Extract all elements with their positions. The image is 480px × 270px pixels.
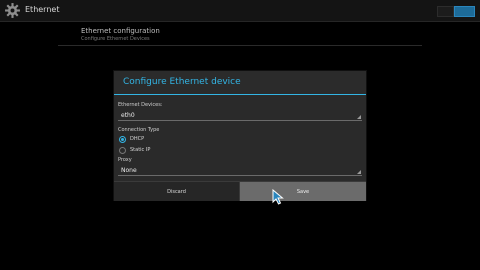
dialog-button-bar: Discard Save [114, 181, 366, 201]
dialog-header: Configure Ethernet device [114, 71, 366, 94]
connection-type-label: Connection Type [118, 127, 160, 133]
discard-button[interactable]: Discard [114, 182, 240, 201]
section-divider [58, 45, 422, 46]
app-title: Ethernet [25, 5, 60, 14]
dhcp-radio-label[interactable]: DHCP [130, 136, 144, 142]
save-button[interactable]: Save [240, 182, 366, 201]
action-bar-button[interactable] [437, 6, 454, 17]
proxy-value: None [121, 167, 137, 174]
configure-ethernet-dialog: Configure Ethernet device Ethernet Devic… [114, 71, 366, 201]
spinner-corner-icon [357, 170, 361, 174]
dhcp-radio[interactable] [119, 136, 126, 143]
spinner-corner-icon [357, 115, 361, 119]
proxy-label: Proxy [118, 157, 132, 163]
section-title: Ethernet configuration [81, 27, 160, 35]
dialog-title-divider [114, 94, 366, 95]
static-ip-radio[interactable] [119, 147, 126, 154]
proxy-spinner[interactable]: None [118, 166, 362, 176]
mouse-pointer-icon [272, 189, 284, 205]
action-bar-active-button[interactable] [454, 6, 475, 17]
ethernet-device-spinner[interactable]: eth0 [118, 111, 362, 121]
section-subtitle: Configure Ethernet Devices [81, 36, 150, 42]
static-ip-radio-label[interactable]: Static IP [130, 147, 150, 153]
dialog-title: Configure Ethernet device [123, 77, 241, 87]
ethernet-device-value: eth0 [121, 112, 135, 119]
action-bar: Ethernet [0, 0, 480, 22]
screen: Ethernet Ethernet configuration Configur… [0, 0, 480, 270]
ethernet-devices-label: Ethernet Devices: [118, 102, 163, 108]
gear-icon[interactable] [4, 2, 21, 19]
